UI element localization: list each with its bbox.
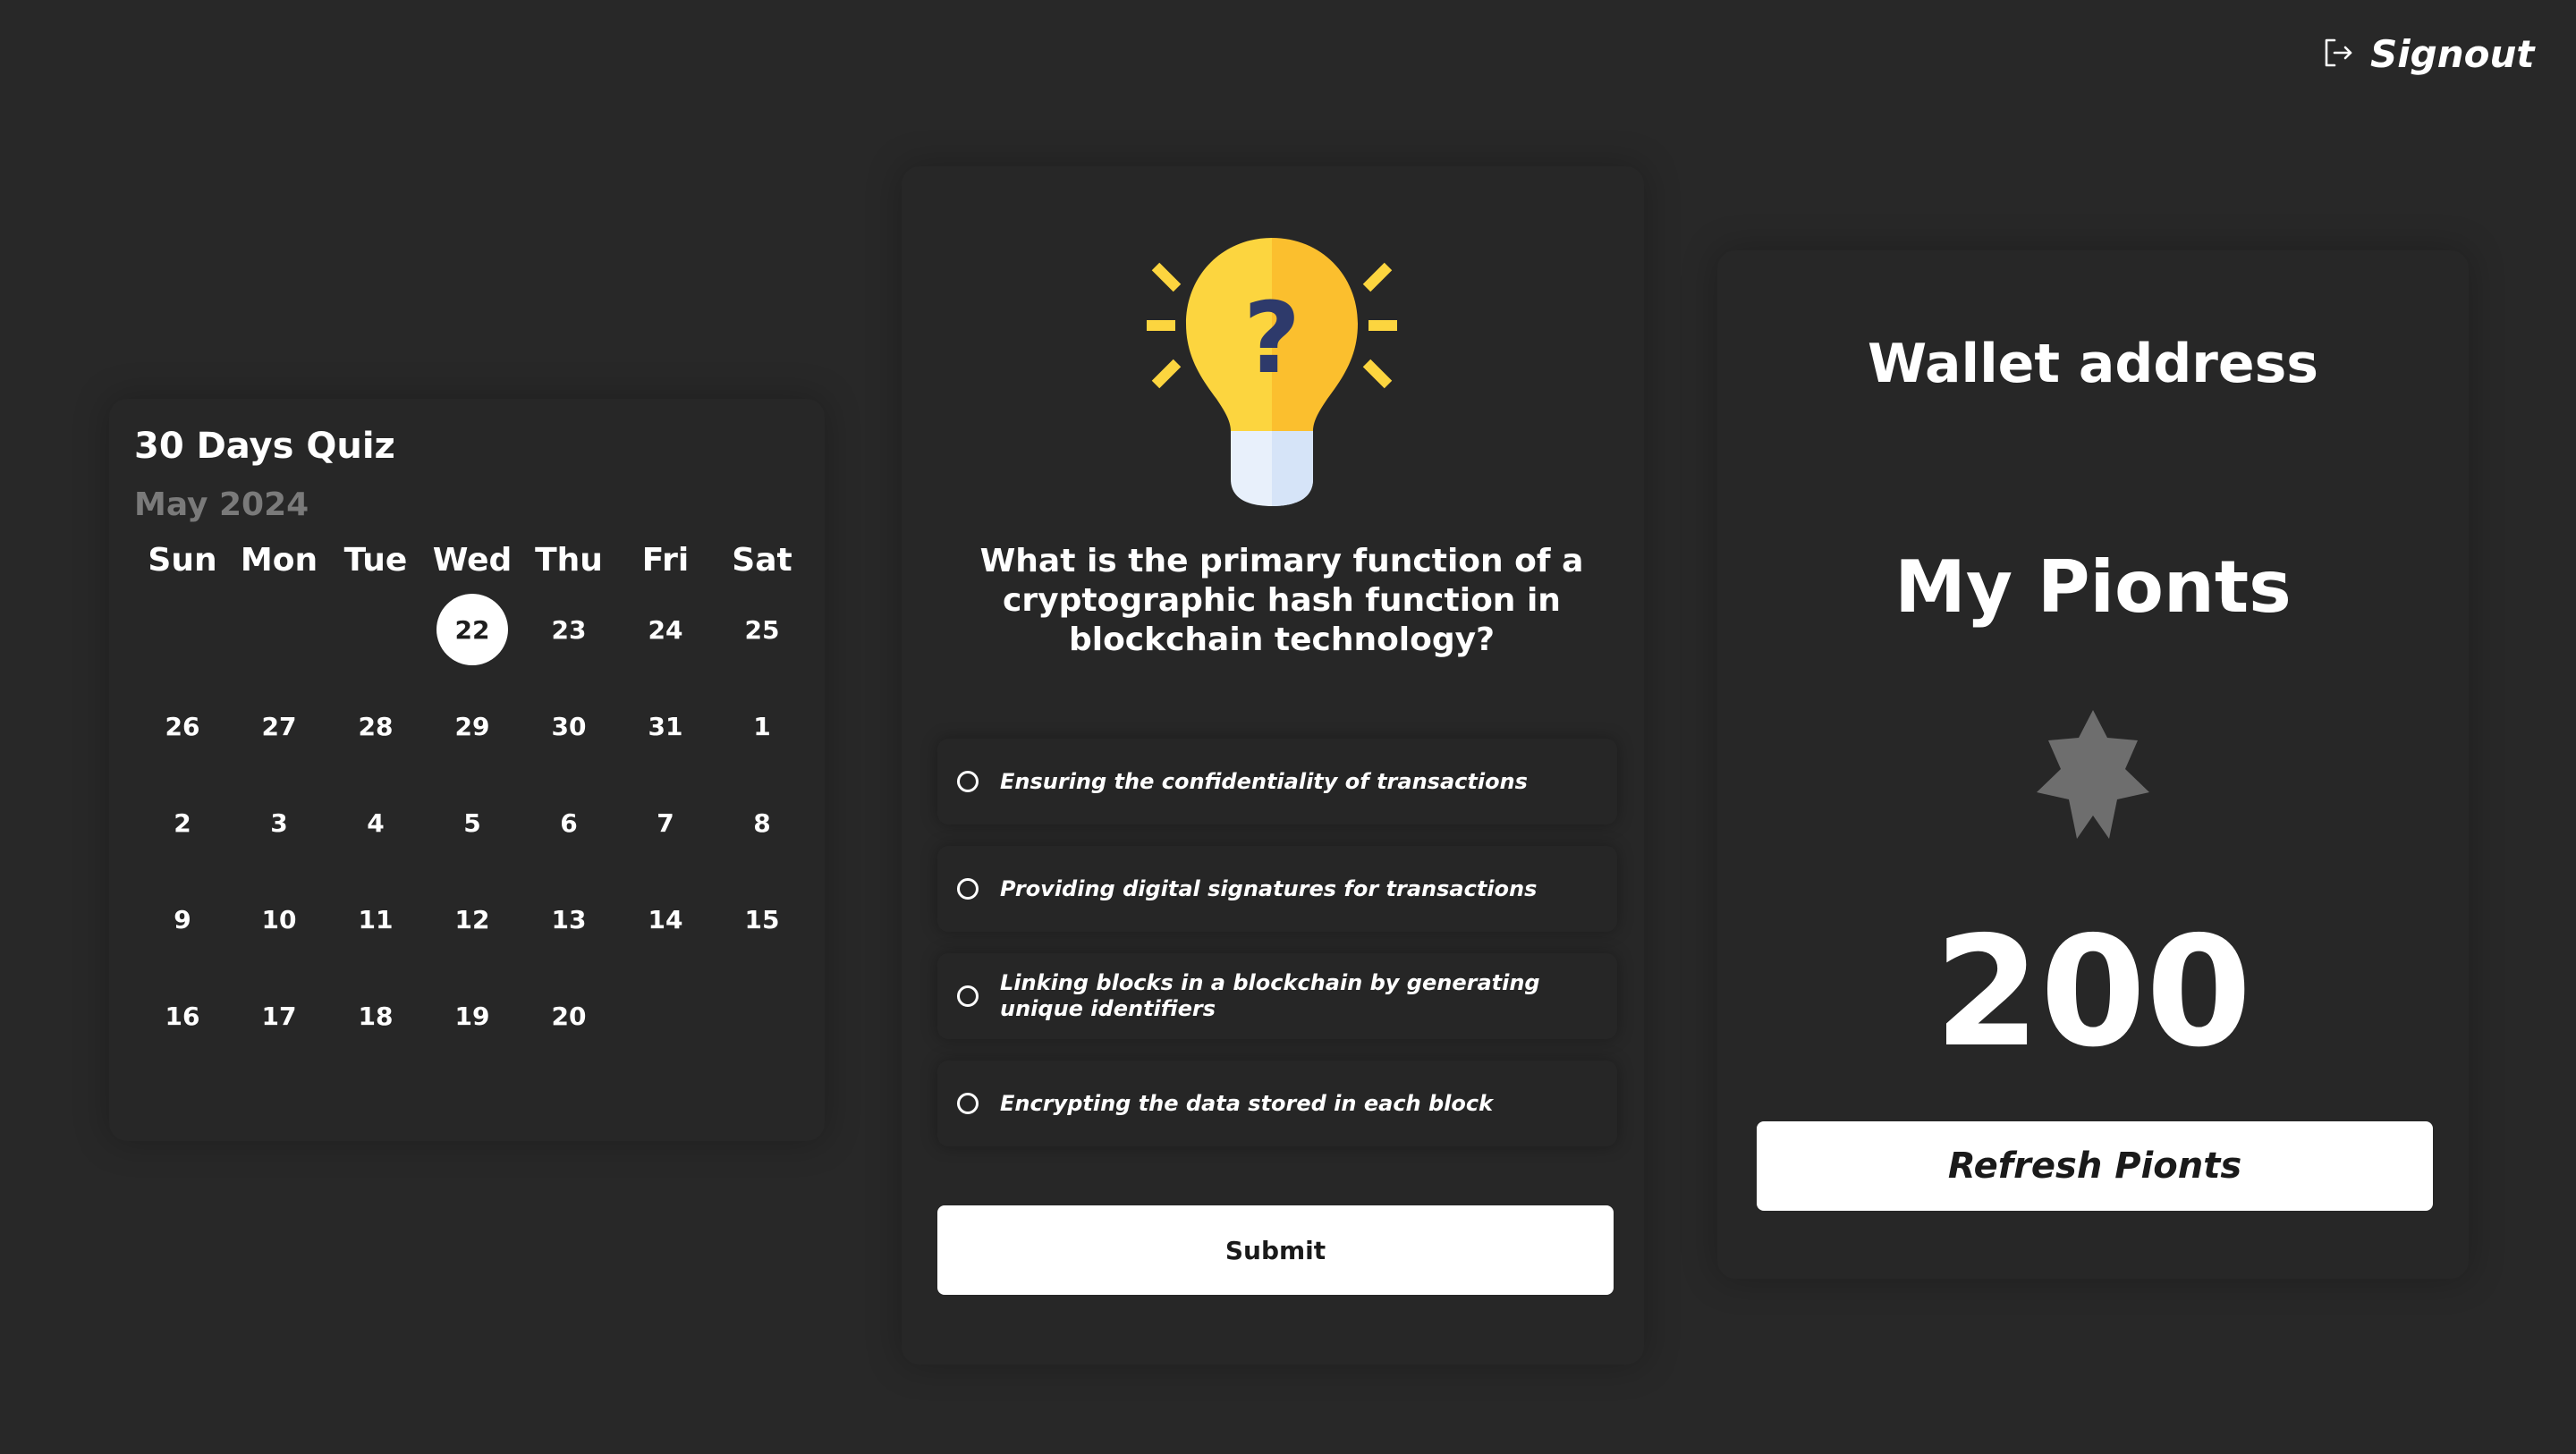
- weekday-label: Wed: [432, 541, 513, 579]
- calendar-day-today[interactable]: 22: [436, 594, 508, 665]
- calendar-weekday-header: Sun Mon Tue Wed Thu Fri Sat: [134, 533, 810, 587]
- answer-option-label: Encrypting the data stored in each block: [1000, 1090, 1494, 1116]
- calendar-day[interactable]: 12: [424, 871, 521, 968]
- calendar-day[interactable]: 15: [714, 871, 810, 968]
- radio-button[interactable]: [957, 878, 979, 900]
- calendar-week-row: 26 27 28 29 30 31 1: [134, 678, 810, 774]
- radio-button[interactable]: [957, 1093, 979, 1114]
- calendar-day[interactable]: 14: [617, 871, 714, 968]
- quiz-question: What is the primary function of a crypto…: [979, 543, 1584, 658]
- lightbulb-question-icon: ?: [1147, 238, 1397, 506]
- weekday-label: Fri: [641, 541, 690, 579]
- radio-button[interactable]: [957, 985, 979, 1007]
- weekday-label: Mon: [240, 541, 318, 579]
- calendar-day[interactable]: 25: [714, 581, 810, 678]
- calendar-day: [134, 581, 231, 678]
- calendar-title: 30 Days Quiz: [134, 426, 395, 467]
- calendar-day: [617, 968, 714, 1064]
- calendar-day[interactable]: 31: [617, 678, 714, 774]
- calendar-card: 30 Days Quiz May 2024 Sun Mon Tue Wed Th…: [109, 399, 825, 1141]
- calendar-day[interactable]: 11: [327, 871, 424, 968]
- calendar-day[interactable]: 6: [521, 774, 617, 871]
- my-points-title: My Pionts: [1894, 545, 2292, 629]
- calendar-day[interactable]: 18: [327, 968, 424, 1064]
- refresh-points-button[interactable]: Refresh Pionts: [1757, 1121, 2433, 1211]
- points-value: 200: [1934, 904, 2252, 1081]
- calendar-day[interactable]: 2: [134, 774, 231, 871]
- calendar-day[interactable]: 23: [521, 581, 617, 678]
- calendar-day[interactable]: 7: [617, 774, 714, 871]
- calendar-week-row: 16 17 18 19 20: [134, 968, 810, 1064]
- calendar-day: [327, 581, 424, 678]
- calendar-day[interactable]: 28: [327, 678, 424, 774]
- answer-option-label: Linking blocks in a blockchain by genera…: [1000, 970, 1540, 1021]
- quiz-dashboard: Signout 30 Days Quiz May 2024 Sun Mon Tu…: [0, 0, 2576, 1454]
- calendar-day[interactable]: 19: [424, 968, 521, 1064]
- answer-option[interactable]: Linking blocks in a blockchain by genera…: [937, 953, 1617, 1039]
- signout-button[interactable]: Signout: [2322, 32, 2534, 76]
- calendar-day[interactable]: 17: [231, 968, 327, 1064]
- calendar-day[interactable]: 24: [617, 581, 714, 678]
- calendar-day[interactable]: 16: [134, 968, 231, 1064]
- calendar-day[interactable]: 1: [714, 678, 810, 774]
- quiz-card: ? What is the primary function of a cryp…: [902, 166, 1644, 1365]
- signout-label: Signout: [2370, 32, 2535, 76]
- calendar-day[interactable]: 26: [134, 678, 231, 774]
- calendar-day[interactable]: 8: [714, 774, 810, 871]
- calendar-day[interactable]: 9: [134, 871, 231, 968]
- submit-button[interactable]: Submit: [937, 1205, 1614, 1295]
- weekday-label: Sat: [732, 541, 792, 579]
- wallet-address-title: Wallet address: [1867, 333, 2319, 395]
- weekday-label: Tue: [343, 541, 408, 579]
- calendar-day[interactable]: 20: [521, 968, 617, 1064]
- calendar-day[interactable]: 4: [327, 774, 424, 871]
- calendar-day[interactable]: 27: [231, 678, 327, 774]
- calendar-day[interactable]: 5: [424, 774, 521, 871]
- signout-icon: [2322, 37, 2354, 72]
- calendar-day[interactable]: 29: [424, 678, 521, 774]
- calendar-week-row: 22 23 24 25: [134, 581, 810, 678]
- calendar-week-row: 9 10 11 12 13 14 15: [134, 871, 810, 968]
- calendar-month: May 2024: [134, 486, 309, 523]
- calendar-day[interactable]: 3: [231, 774, 327, 871]
- calendar-day: [714, 968, 810, 1064]
- answer-option[interactable]: Ensuring the confidentiality of transact…: [937, 739, 1617, 824]
- weekday-label: Sun: [148, 541, 217, 579]
- calendar-day[interactable]: 13: [521, 871, 617, 968]
- weekday-label: Thu: [535, 541, 603, 579]
- wallet-card: Wallet address My Pionts 200 Refresh Pio…: [1717, 250, 2469, 1279]
- calendar-day[interactable]: 30: [521, 678, 617, 774]
- answer-option[interactable]: Providing digital signatures for transac…: [937, 846, 1617, 932]
- calendar-day[interactable]: 10: [231, 871, 327, 968]
- svg-text:?: ?: [1243, 281, 1301, 395]
- answer-option-label: Providing digital signatures for transac…: [1000, 875, 1538, 901]
- radio-button[interactable]: [957, 771, 979, 792]
- answer-option[interactable]: Encrypting the data stored in each block: [937, 1061, 1617, 1146]
- star-icon: [2037, 710, 2149, 839]
- calendar-week-row: 2 3 4 5 6 7 8: [134, 774, 810, 871]
- calendar-day: [231, 581, 327, 678]
- answer-option-label: Ensuring the confidentiality of transact…: [1000, 768, 1528, 794]
